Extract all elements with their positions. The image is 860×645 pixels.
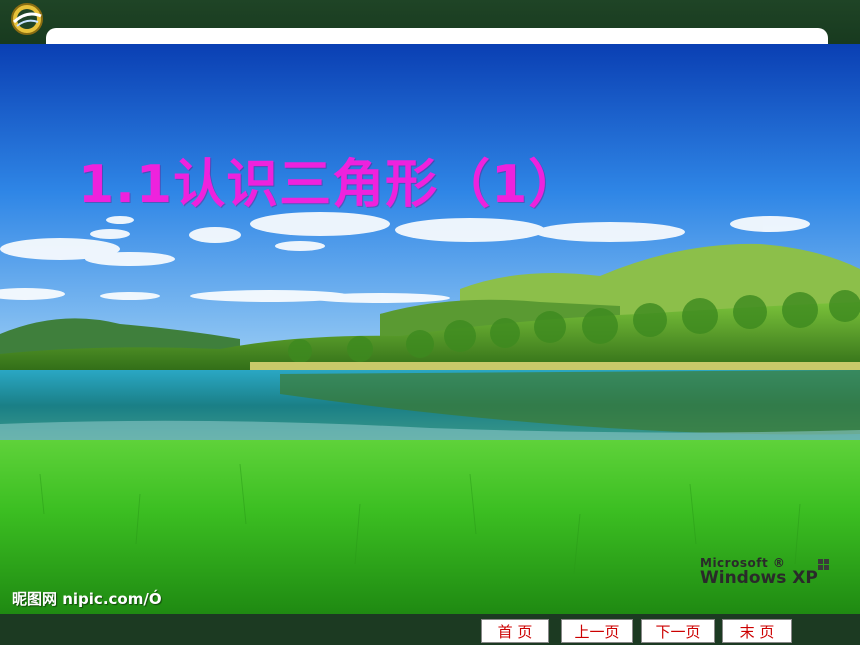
nipic-watermark: 昵图网 nipic.com/Ó bbox=[12, 590, 162, 608]
watermark-windows-text: Windows XP bbox=[700, 568, 818, 588]
slide-title: 1.1认识三角形（1） bbox=[78, 155, 582, 215]
windows-flag-icon bbox=[818, 559, 829, 570]
first-page-button[interactable]: 首 页 bbox=[481, 619, 549, 643]
emblem-logo-icon bbox=[11, 3, 43, 35]
next-page-button[interactable]: 下一页 bbox=[641, 619, 715, 643]
previous-page-button[interactable]: 上一页 bbox=[561, 619, 633, 643]
windows-xp-watermark: Microsoft ® Windows XP bbox=[700, 556, 850, 588]
last-page-button[interactable]: 末 页 bbox=[722, 619, 792, 643]
background-landscape bbox=[0, 44, 860, 614]
